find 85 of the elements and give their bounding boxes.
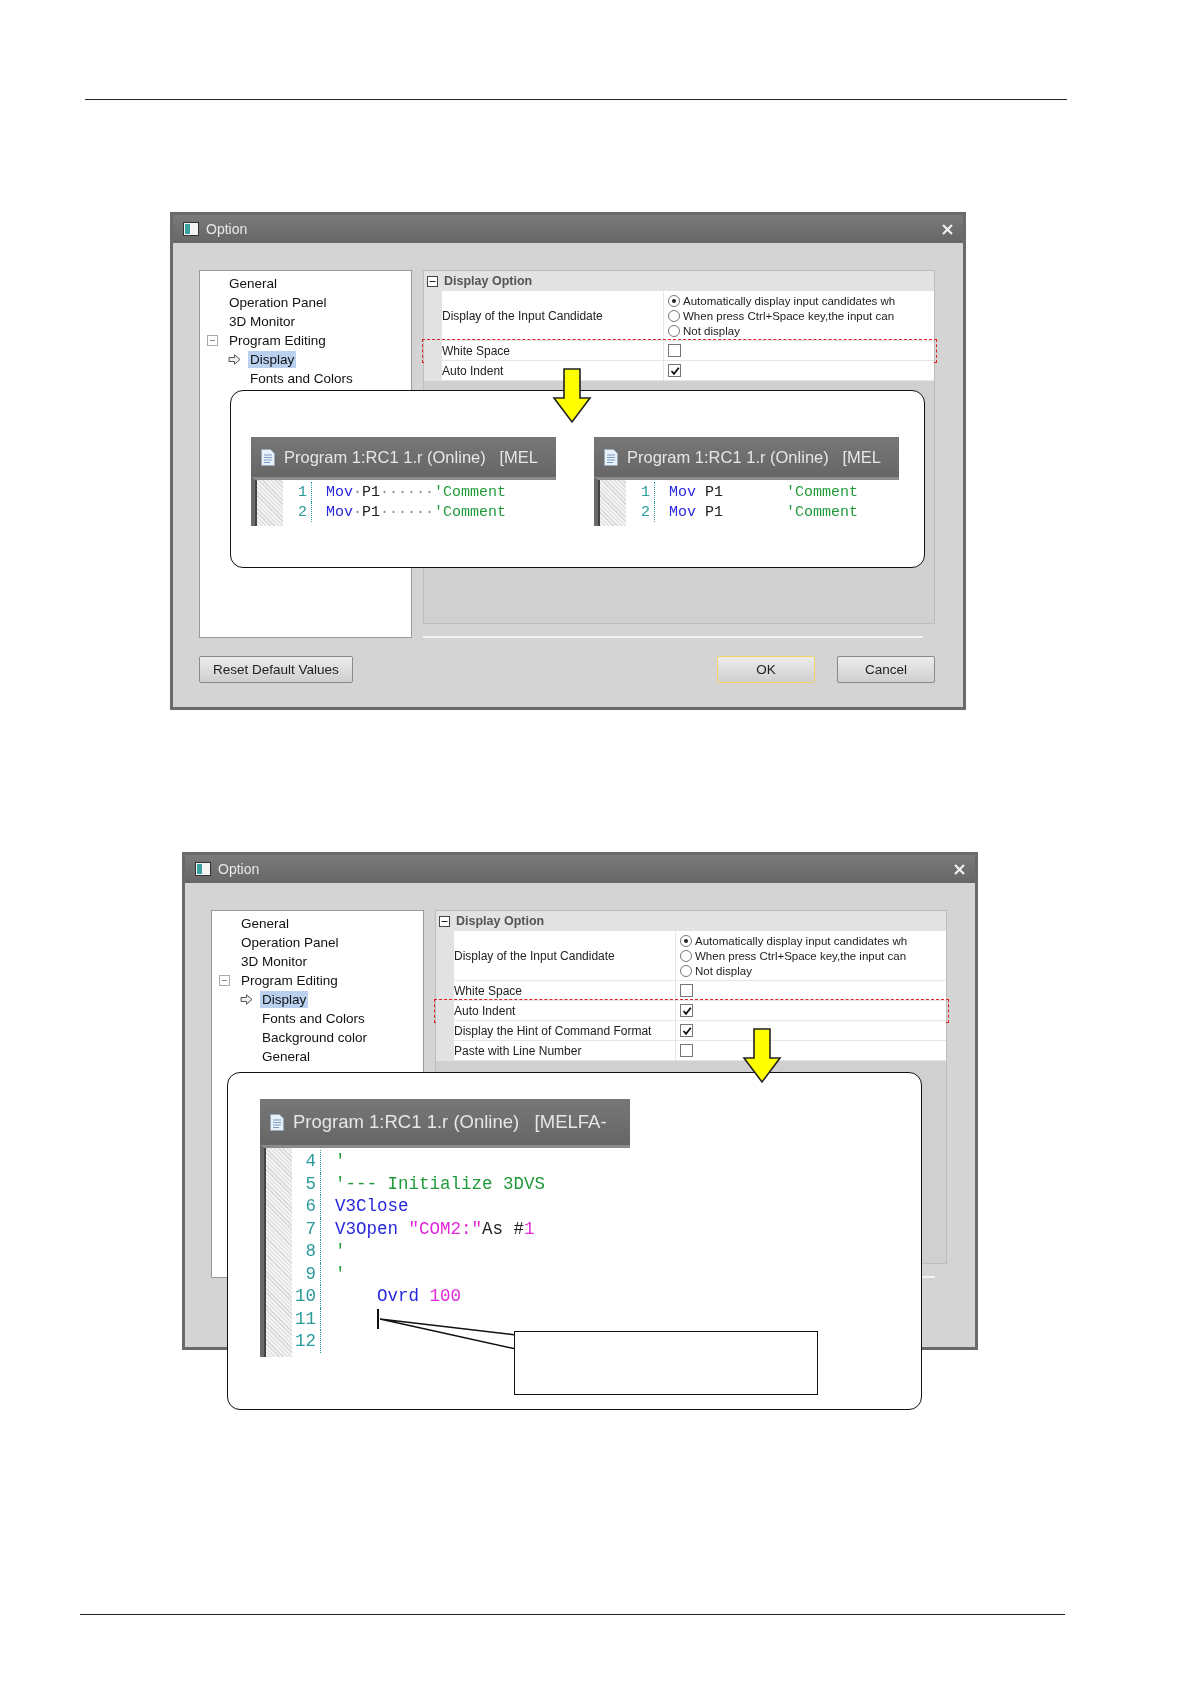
dialog-button[interactable]: Reset Default Values [199, 656, 353, 683]
down-arrow [552, 368, 592, 424]
tree-item[interactable]: 3D Monitor [239, 953, 310, 970]
dialog-button[interactable]: OK [717, 656, 815, 683]
tree-item[interactable]: Background color [260, 1029, 370, 1046]
dialog-button[interactable]: Cancel [837, 656, 935, 683]
code-line: ' [334, 1241, 346, 1262]
row-gutter [424, 361, 442, 381]
code-line: Mov·P1······'Comment [325, 503, 507, 521]
code-line: V3Open "COM2:"As #1 [334, 1218, 535, 1239]
document-icon [261, 448, 275, 466]
radio-label: When press Ctrl+Space key,the input can [683, 309, 895, 322]
window-title: Option [206, 221, 248, 237]
section-title: Display Option [456, 914, 545, 928]
tree-item[interactable]: General [260, 1048, 313, 1065]
line-number: 6 [292, 1195, 321, 1218]
radio-button[interactable] [668, 324, 680, 337]
tree-item[interactable]: Display [248, 351, 297, 368]
tree-item[interactable]: General [239, 915, 292, 932]
radio-button[interactable] [680, 964, 692, 977]
close-icon[interactable] [954, 863, 965, 875]
editor-margin [598, 480, 626, 526]
line-number: 9 [292, 1262, 321, 1285]
collapse-icon[interactable] [427, 275, 438, 287]
row-gutter [436, 1041, 454, 1061]
tree-item[interactable]: Operation Panel [239, 934, 341, 951]
radio-button[interactable] [680, 934, 692, 947]
editor-title: Program 1:RC1 1.r (Online) [MELFA- [293, 1111, 607, 1133]
tree-item[interactable]: Fonts and Colors [248, 370, 355, 387]
code-line: '--- Initialize 3DVS [334, 1173, 546, 1194]
code-line: Ovrd 100 [376, 1286, 462, 1307]
code-line: ' [334, 1151, 346, 1172]
radio-button[interactable] [680, 949, 692, 962]
tree-item[interactable]: General [227, 275, 280, 292]
down-arrow [742, 1028, 782, 1084]
checkbox[interactable] [680, 1044, 693, 1057]
line-number: 5 [292, 1172, 321, 1195]
checkbox[interactable] [680, 1024, 693, 1037]
code-line: ' [334, 1263, 346, 1284]
radio-button[interactable] [668, 309, 680, 322]
window-icon [195, 862, 211, 876]
window-title: Option [218, 861, 260, 877]
window-icon [183, 222, 199, 236]
line-number: 10 [292, 1285, 321, 1308]
arrow-icon [228, 354, 241, 365]
collapse-icon[interactable] [439, 915, 450, 927]
code-line: Mov P1 'Comment [668, 483, 859, 501]
line-number: 1 [283, 482, 312, 502]
section-title: Display Option [444, 274, 533, 288]
editor-title: Program 1:RC1 1.r (Online) [MEL [627, 447, 881, 467]
tree-item[interactable]: Program Editing [239, 972, 340, 989]
checkbox[interactable] [668, 344, 681, 357]
line-number: 8 [292, 1240, 321, 1263]
line-number: 4 [292, 1150, 321, 1173]
line-number: 1 [626, 482, 655, 502]
line-number: 2 [626, 502, 655, 522]
tree-item[interactable]: Display [260, 991, 309, 1008]
radio-label: Automatically display input candidates wh [695, 934, 908, 947]
radio-button[interactable] [668, 294, 680, 307]
tree-item[interactable]: 3D Monitor [227, 313, 298, 330]
code-line: V3Close [334, 1196, 409, 1217]
line-number: 12 [292, 1330, 321, 1353]
radio-label: Automatically display input candidates wh [683, 294, 896, 307]
checkbox[interactable] [680, 984, 693, 997]
radio-label: When press Ctrl+Space key,the input can [695, 949, 907, 962]
tree-item[interactable]: Operation Panel [227, 294, 329, 311]
code-line: Mov·P1······'Comment [325, 483, 507, 501]
editor-title: Program 1:RC1 1.r (Online) [MEL [284, 447, 538, 467]
code-line: Mov P1 'Comment [668, 503, 859, 521]
line-number: 11 [292, 1307, 321, 1330]
checkbox[interactable] [668, 364, 681, 377]
document-icon [604, 448, 618, 466]
line-number: 7 [292, 1217, 321, 1240]
arrow-icon [240, 994, 253, 1005]
radio-label: Not display [695, 964, 752, 977]
radio-label: Not display [683, 324, 740, 337]
tree-item[interactable]: Fonts and Colors [260, 1010, 367, 1027]
checkbox[interactable] [680, 1004, 693, 1017]
line-number: 2 [283, 502, 312, 522]
close-icon[interactable] [942, 223, 953, 235]
document-icon [270, 1113, 284, 1131]
tree-item[interactable]: Program Editing [227, 332, 328, 349]
row-gutter [436, 1001, 454, 1021]
option-label: Paste with Line Number [454, 1041, 676, 1061]
editor-margin [255, 480, 283, 526]
